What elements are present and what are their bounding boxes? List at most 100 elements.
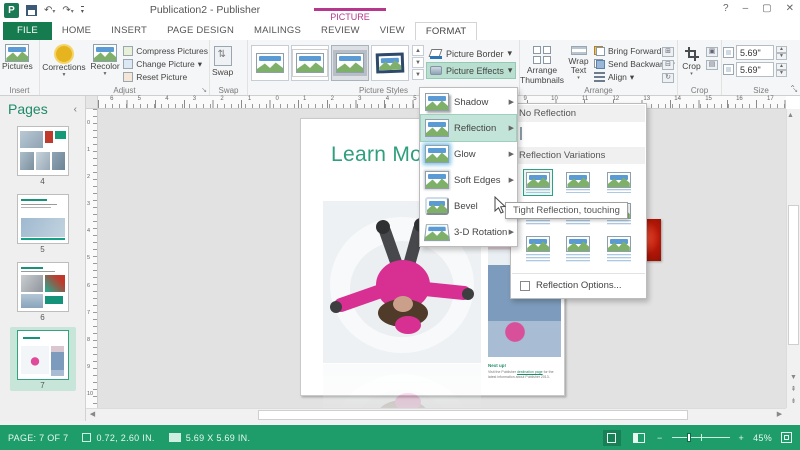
wrap-text-button[interactable]: Wrap Text▾ <box>563 42 594 84</box>
window-title: Publication2 - Publisher <box>60 4 350 16</box>
page-thumbnail[interactable]: 5 <box>10 191 76 255</box>
mouse-cursor-icon <box>494 196 506 214</box>
picture-style-option[interactable] <box>371 45 409 81</box>
compress-pictures-button[interactable]: Compress Pictures <box>123 45 208 57</box>
shape-width-field[interactable]: 5.69" <box>736 62 774 77</box>
ribbon-group-size: 5.69" ▲▼ 5.69" ▲▼ Size ↘ ⌃ <box>722 40 800 95</box>
rotate-objects-icon[interactable]: ↻ <box>662 73 674 83</box>
save-icon[interactable] <box>26 5 37 16</box>
horizontal-scrollbar[interactable]: ◀ ▶ <box>86 408 786 421</box>
reset-picture-button[interactable]: Reset Picture <box>123 71 208 83</box>
change-picture-button[interactable]: Change Picture▾ <box>123 58 208 70</box>
minimize-button[interactable]: – <box>743 3 749 14</box>
group-objects-icon[interactable]: ⊞ <box>662 47 674 57</box>
effects-menu-item[interactable]: Shadow ▶ <box>421 89 516 115</box>
corrections-button[interactable]: Corrections▼ <box>41 42 87 84</box>
ribbon-tab[interactable]: HOME <box>52 22 101 40</box>
height-increase-icon[interactable]: ▲ <box>776 46 787 53</box>
picture-effects-button[interactable]: Picture Effects▾ <box>427 63 515 78</box>
close-button[interactable]: ✕ <box>786 3 794 14</box>
pictures-button[interactable]: Pictures <box>1 42 34 84</box>
object-size[interactable]: 5.69 X 5.69 IN. <box>169 433 251 443</box>
send-backward-button[interactable]: Send Backward▾ <box>594 58 660 70</box>
previous-page-icon[interactable]: ⇞ <box>787 384 800 396</box>
gallery-scroll-down-icon[interactable]: ▼ <box>412 57 424 68</box>
collapse-ribbon-icon[interactable]: ⌃ <box>789 84 796 93</box>
restore-button[interactable]: ▢ <box>762 3 771 14</box>
scroll-right-icon[interactable]: ▶ <box>773 409 786 421</box>
width-decrease-icon[interactable]: ▼ <box>776 70 787 77</box>
scroll-left-icon[interactable]: ◀ <box>86 409 99 421</box>
dialog-launcher-icon[interactable]: ↘ <box>201 87 207 94</box>
zoom-slider-thumb[interactable] <box>687 433 691 442</box>
collapse-panel-icon[interactable]: ‹ <box>74 104 77 115</box>
undo-caret-icon[interactable]: ▾ <box>52 9 55 15</box>
vertical-scrollbar[interactable]: ▲ ▼ ⇞ ⇟ <box>786 109 800 408</box>
fit-picture-icon[interactable]: ▣ <box>706 47 718 57</box>
ribbon-tab[interactable]: FORMAT <box>415 22 478 40</box>
vertical-ruler[interactable]: 012345678910 <box>86 109 98 408</box>
zoom-out-button[interactable]: − <box>657 433 663 443</box>
help-button[interactable]: ? <box>723 3 729 14</box>
recolor-button[interactable]: Recolor▼ <box>87 42 123 84</box>
caption-link[interactable]: destination page <box>517 370 543 374</box>
ungroup-objects-icon[interactable]: ⊟ <box>662 60 674 70</box>
align-button[interactable]: Align▾ <box>594 71 660 83</box>
width-increase-icon[interactable]: ▲ <box>776 63 787 70</box>
fit-page-icon[interactable] <box>781 432 792 443</box>
page-thumbnail[interactable]: 4 <box>10 123 76 187</box>
picture-style-thumbnail <box>376 53 405 74</box>
zoom-level[interactable]: 45% <box>753 433 772 443</box>
effects-menu-item[interactable]: Soft Edges ▶ <box>421 167 516 193</box>
scroll-up-icon[interactable]: ▲ <box>787 112 794 119</box>
height-decrease-icon[interactable]: ▼ <box>776 53 787 60</box>
swap-button[interactable]: Swap <box>211 42 234 84</box>
ribbon-tab[interactable]: PAGE DESIGN <box>157 22 244 40</box>
gallery-more-icon[interactable]: ▼ <box>412 69 424 80</box>
zoom-in-button[interactable]: + <box>739 433 745 443</box>
reflection-variation[interactable] <box>523 233 553 266</box>
effects-menu-item[interactable]: 3-D Rotation ▶ <box>421 219 516 245</box>
reflection-variation-tight-touching[interactable] <box>523 169 553 196</box>
chevron-down-icon: ▾ <box>508 65 513 76</box>
zoom-slider[interactable] <box>672 437 730 438</box>
vertical-scroll-thumb[interactable] <box>788 205 799 345</box>
reflection-variation[interactable] <box>563 233 593 266</box>
picture-style-option[interactable] <box>331 45 369 81</box>
ribbon-tab[interactable]: FILE <box>3 22 52 40</box>
reflection-variation[interactable] <box>563 169 593 196</box>
fill-picture-icon[interactable]: ▤ <box>706 60 718 70</box>
next-page-icon[interactable]: ⇟ <box>787 396 800 408</box>
picture-style-option[interactable] <box>291 45 329 81</box>
reflection-options-item[interactable]: Reflection Options... <box>512 273 645 297</box>
ribbon-tab[interactable]: MAILINGS <box>244 22 311 40</box>
ribbon-tab[interactable]: VIEW <box>370 22 415 40</box>
effects-menu-item[interactable]: Reflection ▶ <box>421 115 516 141</box>
bring-forward-button[interactable]: Bring Forward▾ <box>594 45 660 57</box>
picture-border-icon <box>430 49 442 59</box>
page-thumbnail[interactable]: 7 <box>10 327 76 391</box>
ribbon-tab[interactable]: INSERT <box>101 22 157 40</box>
reflection-variation[interactable] <box>604 233 634 266</box>
picture-style-option[interactable] <box>251 45 289 81</box>
page-number: 6 <box>13 312 73 322</box>
two-page-view-button[interactable] <box>630 430 648 446</box>
globe-icon <box>22 55 29 62</box>
object-position[interactable]: 0.72, 2.60 IN. <box>82 433 154 443</box>
gallery-scroll-up-icon[interactable]: ▲ <box>412 45 424 56</box>
reflection-variation[interactable] <box>604 169 634 196</box>
page-indicator[interactable]: PAGE: 7 OF 7 <box>8 433 68 443</box>
shape-height-field[interactable]: 5.69" <box>736 45 774 60</box>
no-reflection-option[interactable] <box>512 122 645 147</box>
scroll-down-icon[interactable]: ▼ <box>787 372 800 384</box>
crop-button[interactable]: Crop▾ <box>679 42 704 84</box>
ribbon-tab[interactable]: REVIEW <box>311 22 370 40</box>
single-page-view-button[interactable] <box>603 430 621 446</box>
arrange-thumbnails-button[interactable]: Arrange Thumbnails <box>521 42 563 84</box>
undo-button[interactable]: ↶▾ <box>44 6 55 16</box>
photo-caption[interactable]: Next up!Visit the Publisher destination … <box>488 363 561 380</box>
horizontal-scroll-thumb[interactable] <box>258 410 688 420</box>
effects-menu-item[interactable]: Glow ▶ <box>421 141 516 167</box>
picture-border-button[interactable]: Picture Border▾ <box>427 46 515 61</box>
page-thumbnail[interactable]: 6 <box>10 259 76 323</box>
